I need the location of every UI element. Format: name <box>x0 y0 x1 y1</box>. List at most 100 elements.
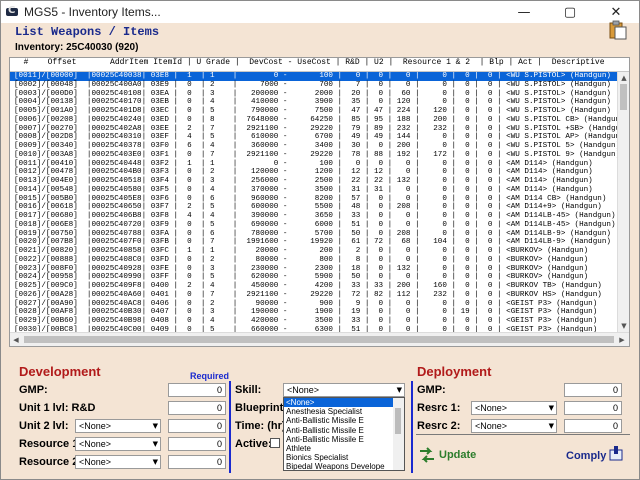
hscroll-thumb[interactable] <box>24 336 614 343</box>
unit1-field[interactable]: 0 <box>168 401 226 415</box>
dropdown-scrollbar[interactable] <box>393 398 404 470</box>
dev-gmp-label: GMP: <box>19 384 48 396</box>
skill-option[interactable]: Bionics Specialist <box>284 453 404 462</box>
clipboard-icon[interactable] <box>608 20 628 40</box>
dep-gmp-label: GMP: <box>417 384 446 396</box>
app-icon <box>6 5 18 18</box>
scroll-up-icon[interactable]: ▲ <box>618 72 629 84</box>
list-item[interactable]: [0026]/[00A28] |00025C40A60| 0401 | 0 | … <box>10 291 629 300</box>
rsrc1-select-value: <None> <box>475 403 508 413</box>
rsrc1-select[interactable]: <None> ▼ <box>471 401 557 415</box>
list-item[interactable]: [0017]/[00680] |00025C406B8| 03F8 | 4 | … <box>10 212 629 221</box>
chevron-down-icon: ▼ <box>152 422 158 430</box>
scroll-right-icon[interactable]: ▶ <box>616 334 628 346</box>
list-item[interactable]: [0014]/[00548] |00025C40580| 03F5 | 0 | … <box>10 186 629 195</box>
list-item[interactable]: [0011]/[00000] |00025C40038| 03E8 | 1 | … <box>10 72 629 81</box>
list-item[interactable]: [0009]/[00340] |00025C40378| 03F0 | 6 | … <box>10 142 629 151</box>
skill-select[interactable]: <None> ▼ <box>283 383 405 397</box>
list-item[interactable]: [0011]/[00410] |00025C40448| 03F2 | 1 | … <box>10 160 629 169</box>
list-item[interactable]: [0015]/[005B0] |00025C405E8| 03F6 | 0 | … <box>10 195 629 204</box>
horizontal-scrollbar[interactable]: ◀ ▶ <box>10 332 629 346</box>
list-item[interactable]: [0010]/[003A8] |00025C403E0| 03F1 | 0 | … <box>10 151 629 160</box>
minimize-button[interactable]: — <box>501 1 547 23</box>
deployment-separator <box>416 434 630 435</box>
skill-option[interactable]: Anti-Ballistic Missile E <box>284 426 404 435</box>
vertical-scrollbar[interactable]: ▲ ▼ <box>617 72 629 332</box>
list-item[interactable]: [0007]/[00270] |00025C402A8| 03EE | 2 | … <box>10 125 629 134</box>
list-item[interactable]: [0029]/[00B60] |00025C40B98| 0408 | 0 | … <box>10 317 629 326</box>
resource1-select[interactable]: <None> ▼ <box>75 437 161 451</box>
skill-option[interactable]: Bipedal Weapons Develope <box>284 462 404 470</box>
skill-option[interactable]: <None> <box>284 398 404 408</box>
rsrc1-field[interactable]: 0 <box>564 401 622 415</box>
update-button[interactable]: Update <box>418 447 476 463</box>
list-item[interactable]: [0028]/[00AF8] |00025C40B30| 0407 | 0 | … <box>10 308 629 317</box>
skill-option[interactable]: Anti-Ballistic Missile E <box>284 416 404 425</box>
resource1-field[interactable]: 0 <box>168 437 226 451</box>
resource2-select[interactable]: <None> ▼ <box>75 455 161 469</box>
unit2-select-value: <None> <box>79 421 112 431</box>
unit2-field[interactable]: 0 <box>168 419 226 433</box>
list-item[interactable]: [0019]/[00750] |00025C40788| 03FA | 0 | … <box>10 230 629 239</box>
resource2-field[interactable]: 0 <box>168 455 226 469</box>
inventory-count: (920) <box>115 42 139 53</box>
list-item[interactable]: [0012]/[00478] |00025C404B0| 03F3 | 0 | … <box>10 168 629 177</box>
list-item[interactable]: [0027]/[00A90] |00025C40AC8| 0406 | 0 | … <box>10 300 629 309</box>
list-item[interactable]: [0021]/[00820] |00025C40858| 03FC | 1 | … <box>10 247 629 256</box>
dropdown-scroll-thumb[interactable] <box>395 408 401 434</box>
maximize-button[interactable]: ▢ <box>547 1 593 23</box>
skill-option[interactable]: Anti-Ballistic Missile E <box>284 435 404 444</box>
scroll-down-icon[interactable]: ▼ <box>618 320 629 332</box>
list-rows: [0011]/[00000] |00025C40038| 03E8 | 1 | … <box>10 72 629 332</box>
window-title: MGS5 - Inventory Items... <box>24 5 161 19</box>
list-item[interactable]: [0020]/[007B8] |00025C407F0| 03FB | 0 | … <box>10 238 629 247</box>
list-item[interactable]: [0013]/[004E0] |00025C40518| 03F4 | 0 | … <box>10 177 629 186</box>
inventory-info: Inventory: 25C40030 (920) <box>15 42 138 53</box>
items-listbox[interactable]: # Offset AddrItem ItemId | U Grade | Dev… <box>9 57 630 347</box>
unit2-select[interactable]: <None> ▼ <box>75 419 161 433</box>
list-item[interactable]: [0004]/[00138] |00025C40170| 03EB | 0 | … <box>10 98 629 107</box>
list-item[interactable]: [0024]/[00958] |00025C40990| 03FF | 0 | … <box>10 273 629 282</box>
scroll-left-icon[interactable]: ◀ <box>10 334 22 346</box>
title-bar: MGS5 - Inventory Items... — ▢ ✕ <box>1 1 639 23</box>
comply-icon <box>609 446 623 461</box>
required-label: Required <box>190 371 230 381</box>
rsrc2-select-value: <None> <box>475 421 508 431</box>
rsrc2-select[interactable]: <None> ▼ <box>471 419 557 433</box>
rsrc2-field[interactable]: 0 <box>564 419 622 433</box>
update-icon <box>420 447 434 463</box>
development-title: Development <box>19 364 101 379</box>
resource1-select-value: <None> <box>79 439 112 449</box>
unit1-label: Unit 1 lvl: R&D <box>19 402 96 414</box>
list-item[interactable]: [0025]/[009C0] |00025C409F8| 0400 | 2 | … <box>10 282 629 291</box>
list-item[interactable]: [0005]/[001A0] |00025C401D8| 03EC | 0 | … <box>10 107 629 116</box>
skill-dropdown-list[interactable]: <None> Anesthesia Specialist Anti-Ballisti… <box>283 397 405 471</box>
active-checkbox[interactable] <box>270 438 280 448</box>
time-label: Time: (hr) <box>235 420 286 432</box>
chevron-down-icon: ▼ <box>396 386 402 394</box>
list-item[interactable]: [0008]/[002D8] |00025C40310| 03EF | 4 | … <box>10 133 629 142</box>
chevron-down-icon: ▼ <box>152 440 158 448</box>
rsrc1-label: Resrc 1: <box>417 402 461 414</box>
comply-button[interactable]: Comply <box>566 446 624 462</box>
dep-gmp-field[interactable]: 0 <box>564 383 622 397</box>
page-title: List Weapons / Items <box>15 25 160 39</box>
chevron-down-icon: ▼ <box>548 404 554 412</box>
inventory-label: Inventory: 25C40030 <box>15 42 113 53</box>
list-item[interactable]: [0022]/[00888] |00025C408C0| 03FD | 0 | … <box>10 256 629 265</box>
list-item[interactable]: [0006]/[00208] |00025C40240| 03ED | 0 | … <box>10 116 629 125</box>
list-item[interactable]: [0003]/[000D0] |00025C40108| 03EA | 0 | … <box>10 90 629 99</box>
chevron-down-icon: ▼ <box>548 422 554 430</box>
unit2-label: Unit 2 lvl: <box>19 420 69 432</box>
list-item[interactable]: [0002]/[00048] |00025C400A0| 03E9 | 0 | … <box>10 81 629 90</box>
skill-option[interactable]: Athlete <box>284 444 404 453</box>
list-item[interactable]: [0016]/[00618] |00025C40650| 03F7 | 2 | … <box>10 203 629 212</box>
skill-option[interactable]: Anesthesia Specialist <box>284 407 404 416</box>
chevron-down-icon: ▼ <box>152 458 158 466</box>
dev-gmp-field[interactable]: 0 <box>168 383 226 397</box>
scroll-thumb[interactable] <box>620 84 627 110</box>
update-label: Update <box>439 449 477 461</box>
resource1-label: Resource 1: <box>19 438 82 450</box>
list-item[interactable]: [0023]/[008F0] |00025C40928| 03FE | 0 | … <box>10 265 629 274</box>
list-item[interactable]: [0018]/[006E8] |00025C40720| 03F9 | 0 | … <box>10 221 629 230</box>
